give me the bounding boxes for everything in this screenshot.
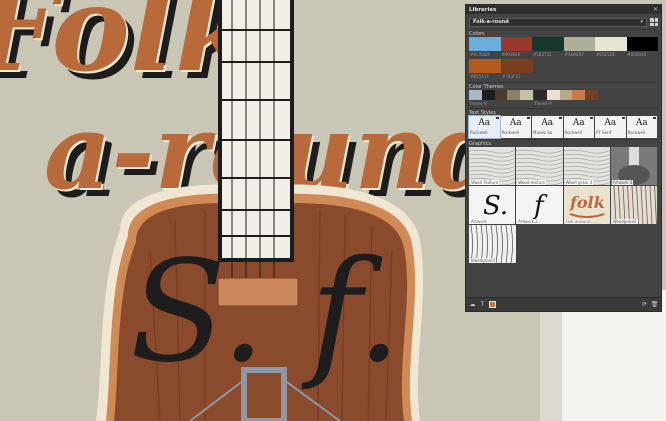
graphic-label: Wood Texture [470, 180, 500, 185]
color-themes-header: Color Themes [469, 82, 658, 90]
text-style-label: Rockwell [470, 130, 488, 135]
graphic-label: Wood texture [517, 180, 547, 185]
text-style-tile[interactable]: Aa PT Serif [595, 116, 626, 138]
graphic-tile[interactable]: Wood Texture [469, 147, 516, 185]
theme-label: Theme 9 [469, 101, 487, 106]
graphic-label: Wood grain 4 [564, 180, 594, 185]
graphic-tile[interactable]: Wood grain 4 [563, 147, 610, 185]
text-icon[interactable]: T [479, 301, 486, 308]
swatch-label: #6CADDF [470, 52, 490, 57]
theme-strip [534, 90, 598, 100]
text-style-label: PT Serif [596, 130, 612, 135]
canvas[interactable]: Folk Folk Folk a-round a-round a-round [0, 0, 666, 421]
swatch-label: #E5E5D1 [596, 52, 616, 57]
text-style-label: Rockwell [501, 130, 520, 135]
graphic-tile[interactable]: Woodgrain2 [610, 186, 657, 224]
graphic-label: Folk-a-round [564, 219, 592, 224]
swatch-label: #18372C [533, 52, 552, 57]
cc-icon[interactable]: ☁ [469, 301, 476, 308]
swatch-label: #000000 [627, 52, 647, 57]
text-style-tile[interactable]: Aa Rockwell [468, 115, 501, 139]
color-swatch[interactable]: #E5E5D1 [595, 37, 627, 59]
swatch-color [595, 37, 627, 51]
color-swatch[interactable]: #000000 [626, 37, 658, 59]
color-theme[interactable]: Theme 9 [469, 90, 533, 107]
swatch-color [469, 37, 501, 51]
graphic-tile[interactable]: f Artwork 2 [516, 186, 563, 224]
swatch-color [469, 59, 501, 73]
text-style-tile[interactable]: Aa Rockwell [626, 116, 657, 138]
color-fill-icon[interactable] [489, 301, 496, 308]
color-swatch[interactable]: #18372C [532, 37, 564, 59]
style-marker-icon [558, 117, 562, 119]
style-marker-icon [653, 117, 656, 119]
folk-logo-text: folk [569, 193, 605, 212]
color-swatch[interactable]: #7A3F21 [501, 59, 533, 81]
style-marker-icon [590, 117, 593, 119]
style-marker-icon [495, 117, 499, 119]
graphic-label: Artwork [470, 219, 488, 224]
color-swatch[interactable]: #6CADDF [469, 37, 501, 59]
colors-header: Colors [469, 29, 658, 37]
text-style-label: Rockwell [564, 130, 583, 135]
swatch-label: #B55A1F [470, 74, 489, 79]
svg-text:S.: S. [483, 191, 508, 221]
panel-footer: ☁ T ⟳ 🗑 [466, 297, 661, 311]
graphic-tile[interactable]: S. Artwork [469, 186, 516, 224]
graphic-label: Artwork 2 [517, 219, 539, 224]
color-swatch[interactable]: #B55A1F [469, 59, 501, 81]
body-letters: S. f. [130, 231, 401, 394]
text-styles-header: Text Styles [469, 108, 658, 116]
panel-titlebar[interactable]: Libraries ✕ [466, 5, 661, 14]
graphic-label: Woodgrain3 [470, 258, 496, 263]
color-swatch[interactable]: #993929 [500, 37, 532, 59]
swatch-label: #ADAE97 [564, 52, 584, 57]
text-style-label: Museo Sa [533, 130, 553, 135]
swatch-color [532, 37, 564, 51]
swatch-color [501, 59, 533, 73]
graphic-tile[interactable]: Artwork 4 [610, 147, 657, 185]
trash-icon[interactable]: 🗑 [651, 301, 659, 308]
theme-strip [469, 90, 533, 100]
graphic-label: Woodgrain2 [611, 219, 638, 224]
color-theme[interactable]: Theme 9 [534, 90, 598, 107]
library-name: Folk-a-round [473, 19, 509, 25]
graphic-tile[interactable]: Woodgrain3 [469, 225, 516, 263]
library-select[interactable]: Folk-a-round ▾ [469, 17, 647, 27]
swatch-color [563, 37, 595, 51]
graphic-tile[interactable]: Wood texture [516, 147, 563, 185]
graphic-label: Artwork 4 [611, 180, 634, 185]
style-marker-icon [621, 117, 625, 119]
graphics-header: Graphics [469, 139, 658, 147]
theme-label: Theme 9 [534, 101, 552, 106]
sync-icon[interactable]: ⟳ [641, 301, 648, 308]
text-style-tile[interactable]: Aa Rockwell [500, 116, 531, 138]
color-swatch[interactable]: #ADAE97 [563, 37, 595, 59]
style-marker-icon [527, 117, 530, 119]
libraries-panel: Libraries ✕ Folk-a-round ▾ Colors #6CADD… [465, 4, 662, 312]
text-style-label: Rockwell [627, 130, 646, 135]
text-style-tile[interactable]: Aa Museo Sa [532, 116, 563, 138]
swatch-label: #993929 [501, 52, 521, 57]
panel-title: Libraries [469, 6, 497, 13]
chevron-down-icon: ▾ [640, 19, 643, 25]
close-icon[interactable]: ✕ [653, 6, 658, 13]
grid-view-icon[interactable] [650, 18, 658, 26]
swatch-color [626, 37, 658, 51]
swatch-label: #7A3F21 [502, 74, 521, 79]
text-style-tile[interactable]: Aa Rockwell [563, 116, 594, 138]
graphic-tile[interactable]: folk Folk-a-round [563, 186, 610, 224]
swatch-color [500, 37, 532, 51]
